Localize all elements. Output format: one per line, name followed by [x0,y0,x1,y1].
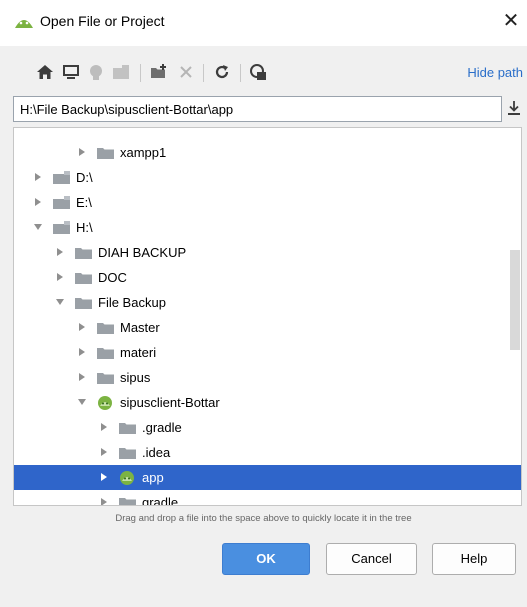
tree-row-label: sipus [120,370,151,385]
hide-path-link[interactable]: Hide path [467,65,523,80]
tree-row[interactable]: app [14,465,521,490]
folder-icon [97,148,114,159]
toolbar-separator [140,64,141,82]
tree-row[interactable]: sipus [14,365,521,390]
tree-row[interactable]: .gradle [14,415,521,440]
collapsed-arrow-icon[interactable] [100,472,108,482]
expanded-arrow-icon[interactable] [34,222,42,232]
desktop-icon[interactable] [62,63,80,81]
drive-icon [53,196,70,209]
collapsed-arrow-icon[interactable] [78,147,86,157]
toolbar: Hide path [0,55,527,89]
tree-row-label: E:\ [76,195,92,210]
collapsed-arrow-icon[interactable] [56,247,64,257]
collapsed-arrow-icon[interactable] [78,372,86,382]
tree-row-label: DOC [98,270,127,285]
tree-row[interactable]: D:\ [14,165,521,190]
expanded-arrow-icon[interactable] [56,297,64,307]
folder-icon [75,248,92,259]
tree-row[interactable]: File Backup [14,290,521,315]
refresh-icon[interactable] [213,63,231,81]
collapsed-arrow-icon[interactable] [100,497,108,506]
tree-row[interactable]: DOC [14,265,521,290]
new-folder-icon[interactable] [150,63,168,81]
tree-row-label: Master [120,320,160,335]
help-button[interactable]: Help [432,543,516,575]
scrollbar-thumb[interactable] [510,250,520,350]
path-field-container [13,96,502,122]
expanded-arrow-icon[interactable] [78,397,86,407]
tree-row-label: D:\ [76,170,93,185]
window-title: Open File or Project [40,13,165,29]
file-tree[interactable]: xampp1 D:\ E:\ H:\ DIAH BACKUP DOC File Backup… [13,127,522,506]
tree-row[interactable]: DIAH BACKUP [14,240,521,265]
android-studio-logo-icon [15,20,33,28]
collapsed-arrow-icon[interactable] [34,197,42,207]
folder-icon [97,373,114,384]
tree-row-label: materi [120,345,157,360]
show-hidden-icon[interactable] [249,63,267,81]
folder-icon [119,423,136,434]
tree-row[interactable]: .idea [14,440,521,465]
tree-row[interactable]: xampp1 [14,140,521,165]
toolbar-separator [203,64,204,82]
project-icon[interactable] [87,63,105,81]
android-module-icon [98,396,112,410]
drive-icon [53,221,70,234]
android-module-icon [120,471,134,485]
ok-button[interactable]: OK [222,543,310,575]
folder-icon [119,448,136,459]
tree-row[interactable]: gradle [14,490,521,506]
tree-row-label: .idea [142,445,171,460]
tree-row-label: .gradle [142,420,182,435]
cancel-button[interactable]: Cancel [326,543,417,575]
module-icon[interactable] [112,63,130,81]
close-button[interactable]: ✕ [501,10,521,32]
path-input[interactable] [14,97,490,121]
tree-row-label: H:\ [76,220,93,235]
folder-icon [75,273,92,284]
collapsed-arrow-icon[interactable] [78,322,86,332]
tree-row[interactable]: H:\ [14,215,521,240]
tree-row[interactable]: materi [14,340,521,365]
tree-row-label: gradle [142,495,179,506]
tree-row-label: xampp1 [120,145,167,160]
download-icon[interactable] [506,99,522,117]
tree-row[interactable]: Master [14,315,521,340]
tree-row-label: sipusclient-Bottar [120,395,220,410]
tree-row-label: app [142,470,164,485]
tree-row[interactable]: sipusclient-Bottar [14,390,521,415]
toolbar-separator [240,64,241,82]
folder-icon [97,348,114,359]
collapsed-arrow-icon[interactable] [56,272,64,282]
collapsed-arrow-icon[interactable] [100,447,108,457]
tree-row-label: File Backup [98,295,166,310]
tree-row-partial [14,128,521,140]
tree-row-label: DIAH BACKUP [98,245,187,260]
tree-row[interactable]: E:\ [14,190,521,215]
folder-icon [119,498,136,505]
home-icon[interactable] [36,63,54,81]
drag-drop-hint: Drag and drop a file into the space abov… [115,513,412,524]
folder-icon [75,298,92,309]
collapsed-arrow-icon[interactable] [100,422,108,432]
drive-icon [53,171,70,184]
collapsed-arrow-icon[interactable] [78,347,86,357]
collapsed-arrow-icon[interactable] [34,172,42,182]
title-bar: Open File or Project ✕ [0,0,527,46]
folder-icon [97,323,114,334]
delete-icon[interactable] [177,63,195,81]
